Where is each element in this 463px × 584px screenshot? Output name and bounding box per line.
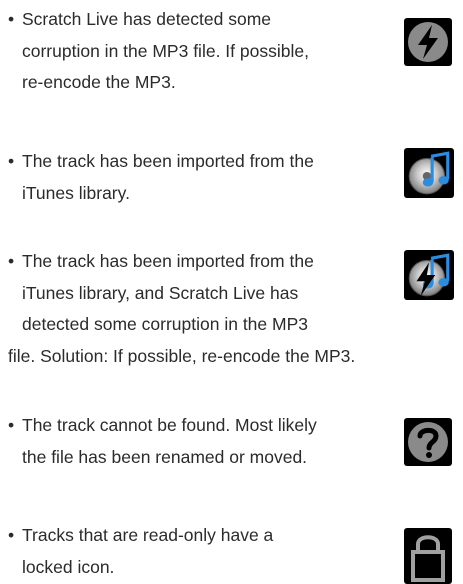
bullet: •	[8, 525, 15, 545]
line: re-encode the MP3.	[22, 72, 176, 92]
line: • Tracks that are read-only have a	[8, 520, 383, 552]
line: • The track has been imported from the	[8, 246, 383, 278]
line: iTunes library, and Scratch Live has	[22, 282, 299, 303]
bullet: •	[8, 151, 15, 171]
line: the file has been renamed or moved.	[22, 446, 308, 467]
bullet: •	[8, 251, 15, 271]
line: locked icon.	[22, 556, 115, 577]
bullet: •	[8, 415, 15, 435]
line: detected some corruption in the MP3	[22, 314, 308, 334]
lock-icon	[404, 528, 452, 584]
line: • The track has been imported from the	[8, 146, 383, 178]
line: corruption in the MP3 file. If possible,	[22, 40, 309, 61]
line: file. Solution: If possible, re-encode t…	[8, 345, 356, 366]
line: iTunes library.	[22, 182, 130, 203]
corrupt-icon	[404, 18, 452, 66]
line: • The track cannot be found. Most likely	[8, 410, 383, 442]
question-icon	[404, 418, 452, 466]
itunes-icon	[404, 148, 454, 198]
itunes-corrupt-icon	[404, 250, 454, 300]
bullet: •	[8, 9, 15, 29]
line: • Scratch Live has detected some	[8, 4, 383, 36]
